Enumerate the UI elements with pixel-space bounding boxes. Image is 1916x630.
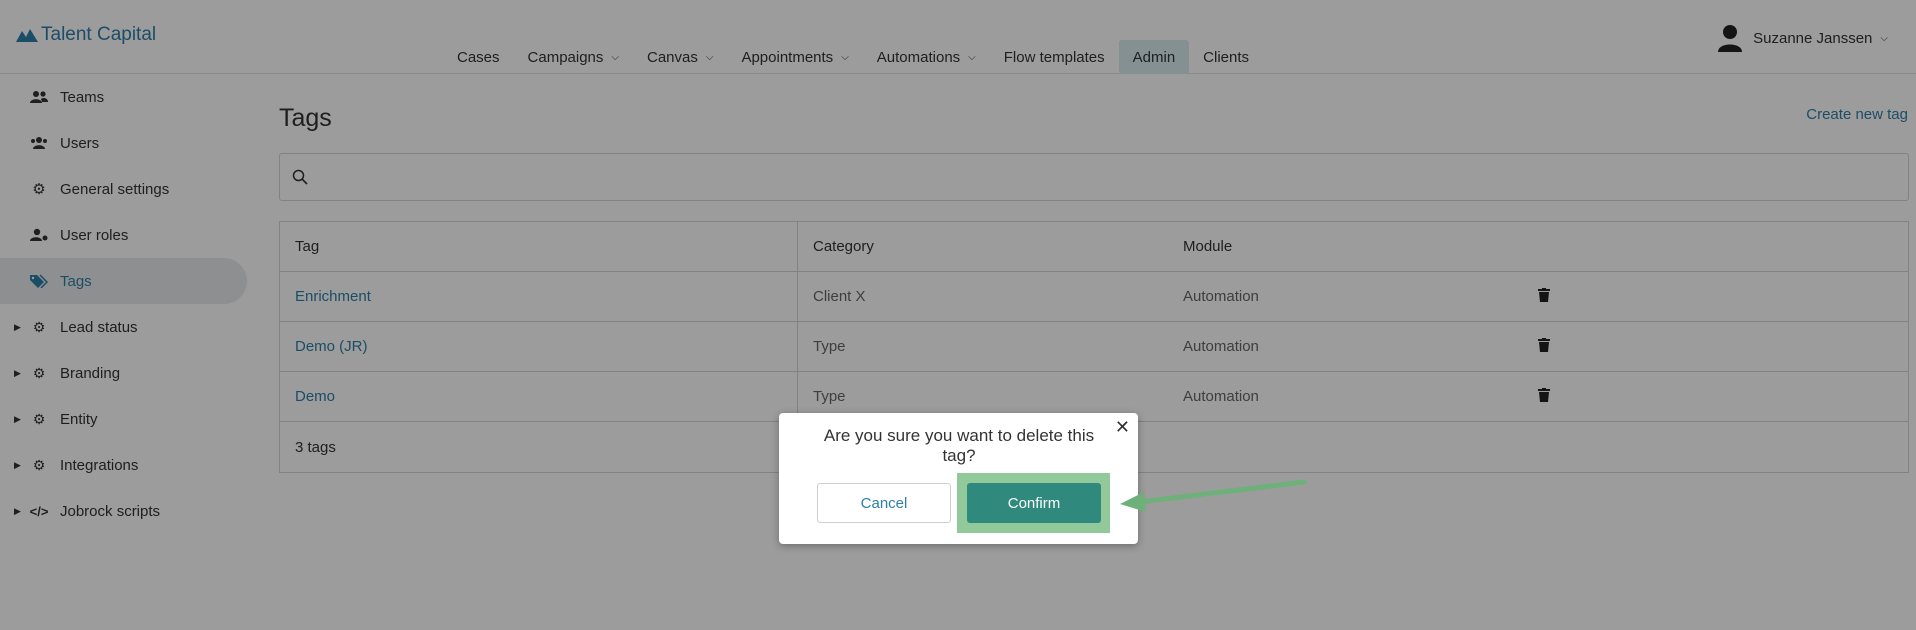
cancel-button[interactable]: Cancel [817,483,951,523]
annotation-arrow-icon [1120,479,1307,512]
close-icon[interactable]: ✕ [1115,417,1130,438]
delete-confirm-dialog: ✕ Are you sure you want to delete this t… [779,413,1138,544]
dialog-message: Are you sure you want to delete this tag… [823,426,1095,465]
confirm-button[interactable]: Confirm [967,483,1101,523]
